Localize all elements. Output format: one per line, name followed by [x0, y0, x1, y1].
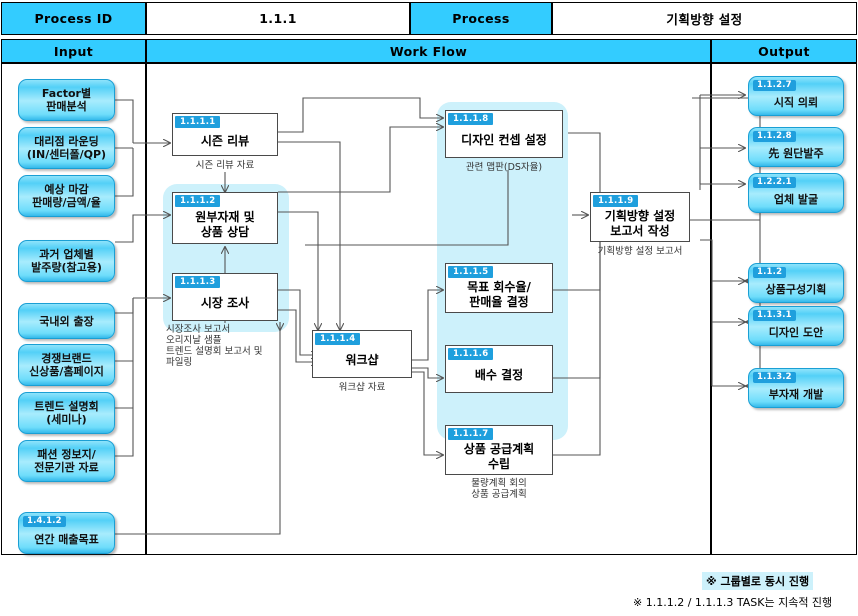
output-box-3[interactable]: 1.2.2.1 업체 발굴: [748, 173, 844, 213]
footer-note-plain: ※ 1.1.1.2 / 1.1.1.3 TASK는 지속적 진행: [633, 596, 833, 609]
workflow-caption-1-1-1-8: 관련 맵판(DS자율): [465, 162, 543, 173]
workflow-box-1-1-1-1-label: 시즌 리뷰: [200, 133, 250, 148]
input-box-4[interactable]: 과거 업체별 발주량(참고용): [18, 240, 115, 282]
workflow-box-1-1-1-9-label: 기획방향 설정 보고서 작성: [604, 208, 676, 238]
workflow-caption-1-1-1-7: 물량계획 회의 상품 공급계획: [471, 478, 527, 500]
output-box-6[interactable]: 1.1.3.2 부자재 개발: [748, 368, 844, 408]
workflow-caption-1-1-1-4: 워크샵 자료: [338, 382, 386, 393]
input-box-6[interactable]: 경쟁브랜드 신상품/홈페이지: [18, 344, 115, 386]
workflow-box-1-1-1-6-label: 배수 결정: [474, 368, 524, 382]
workflow-box-1-1-1-3[interactable]: 1.1.1.3 시장 조사: [172, 273, 278, 321]
workflow-box-1-1-1-7[interactable]: 1.1.1.7 상품 공급계획 수립: [445, 425, 553, 475]
input-box-4-label: 과거 업체별 발주량(참고용): [31, 248, 102, 274]
output-box-6-label: 부자재 개발: [768, 387, 824, 401]
input-box-1-label: Factor별 판매분석: [41, 87, 92, 113]
input-box-1[interactable]: Factor별 판매분석: [18, 79, 115, 121]
output-box-1-label: 시직 의뢰: [773, 95, 819, 109]
input-box-9-label: 연간 매출목표: [34, 532, 99, 546]
workflow-box-1-1-1-7-label: 상품 공급계획 수립: [463, 441, 535, 471]
workflow-box-1-1-1-8-label: 디자인 컨셉 설정: [461, 133, 547, 147]
output-box-4-label: 상품구성기획: [765, 282, 827, 296]
workflow-box-1-1-1-2-label: 원부자재 및 상품 상담: [195, 209, 255, 239]
workflow-box-1-1-1-2[interactable]: 1.1.1.2 원부자재 및 상품 상담: [172, 192, 278, 244]
workflow-box-1-1-1-4-label: 워크샵: [345, 353, 379, 367]
output-box-1[interactable]: 1.1.2.7 시직 의뢰: [748, 76, 844, 116]
input-box-5-label: 국내외 출장: [39, 314, 94, 328]
workflow-box-1-1-1-8[interactable]: 1.1.1.8 디자인 컨셉 설정: [445, 110, 563, 158]
workflow-box-1-1-1-9[interactable]: 1.1.1.9 기획방향 설정 보고서 작성: [590, 192, 690, 242]
input-box-8[interactable]: 패션 정보지/전문기관 자료: [18, 440, 115, 482]
input-box-8-label: 패션 정보지/전문기관 자료: [34, 448, 99, 474]
workflow-box-1-1-1-1[interactable]: 1.1.1.1 시즌 리뷰: [172, 113, 278, 156]
footer-note-highlight: ※ 그룹별로 동시 진행: [702, 572, 814, 590]
input-box-2-label: 대리점 라운딩 (IN/센터폴/QP): [26, 135, 107, 161]
output-box-3-label: 업체 발굴: [773, 192, 819, 206]
workflow-box-1-1-1-4[interactable]: 1.1.1.4 워크샵: [312, 330, 412, 378]
connector-wires: [115, 0, 761, 535]
input-box-2[interactable]: 대리점 라운딩 (IN/센터폴/QP): [18, 127, 115, 169]
input-box-9[interactable]: 1.4.1.2 연간 매출목표: [18, 512, 115, 554]
input-box-7-label: 트렌드 설명회 (세미나): [34, 400, 99, 426]
process-flow-diagram: Process ID 1.1.1 Process 기획방향 설정 Input W…: [0, 0, 858, 616]
output-box-4[interactable]: 1.1.2 상품구성기획: [748, 263, 844, 303]
workflow-box-1-1-1-5-label: 목표 회수율/판매율 결정: [467, 279, 531, 309]
output-box-2[interactable]: 1.1.2.8 先 원단발주: [748, 127, 844, 167]
workflow-caption-1-1-1-9: 기획방향 설정 보고서: [597, 246, 683, 257]
output-box-5[interactable]: 1.1.3.1 디자인 도안: [748, 306, 844, 346]
output-box-5-label: 디자인 도안: [768, 325, 824, 339]
input-box-6-label: 경쟁브랜드 신상품/홈페이지: [29, 352, 104, 378]
input-box-3-label: 예상 마감 판매량/금액/율: [32, 183, 101, 209]
input-box-5[interactable]: 국내외 출장: [18, 303, 115, 339]
workflow-box-1-1-1-5[interactable]: 1.1.1.5 목표 회수율/판매율 결정: [445, 263, 553, 313]
input-box-3[interactable]: 예상 마감 판매량/금액/율: [18, 175, 115, 217]
workflow-box-1-1-1-6[interactable]: 1.1.1.6 배수 결정: [445, 345, 553, 393]
output-box-2-label: 先 원단발주: [768, 146, 824, 160]
workflow-caption-1-1-1-3: 시장조사 보고서 오리지날 샘플 트렌드 설명회 보고서 및 파일링: [166, 324, 263, 368]
workflow-box-1-1-1-3-label: 시장 조사: [200, 296, 250, 310]
workflow-caption-1-1-1-1: 시즌 리뷰 자료: [195, 160, 255, 171]
input-box-7[interactable]: 트렌드 설명회 (세미나): [18, 392, 115, 434]
